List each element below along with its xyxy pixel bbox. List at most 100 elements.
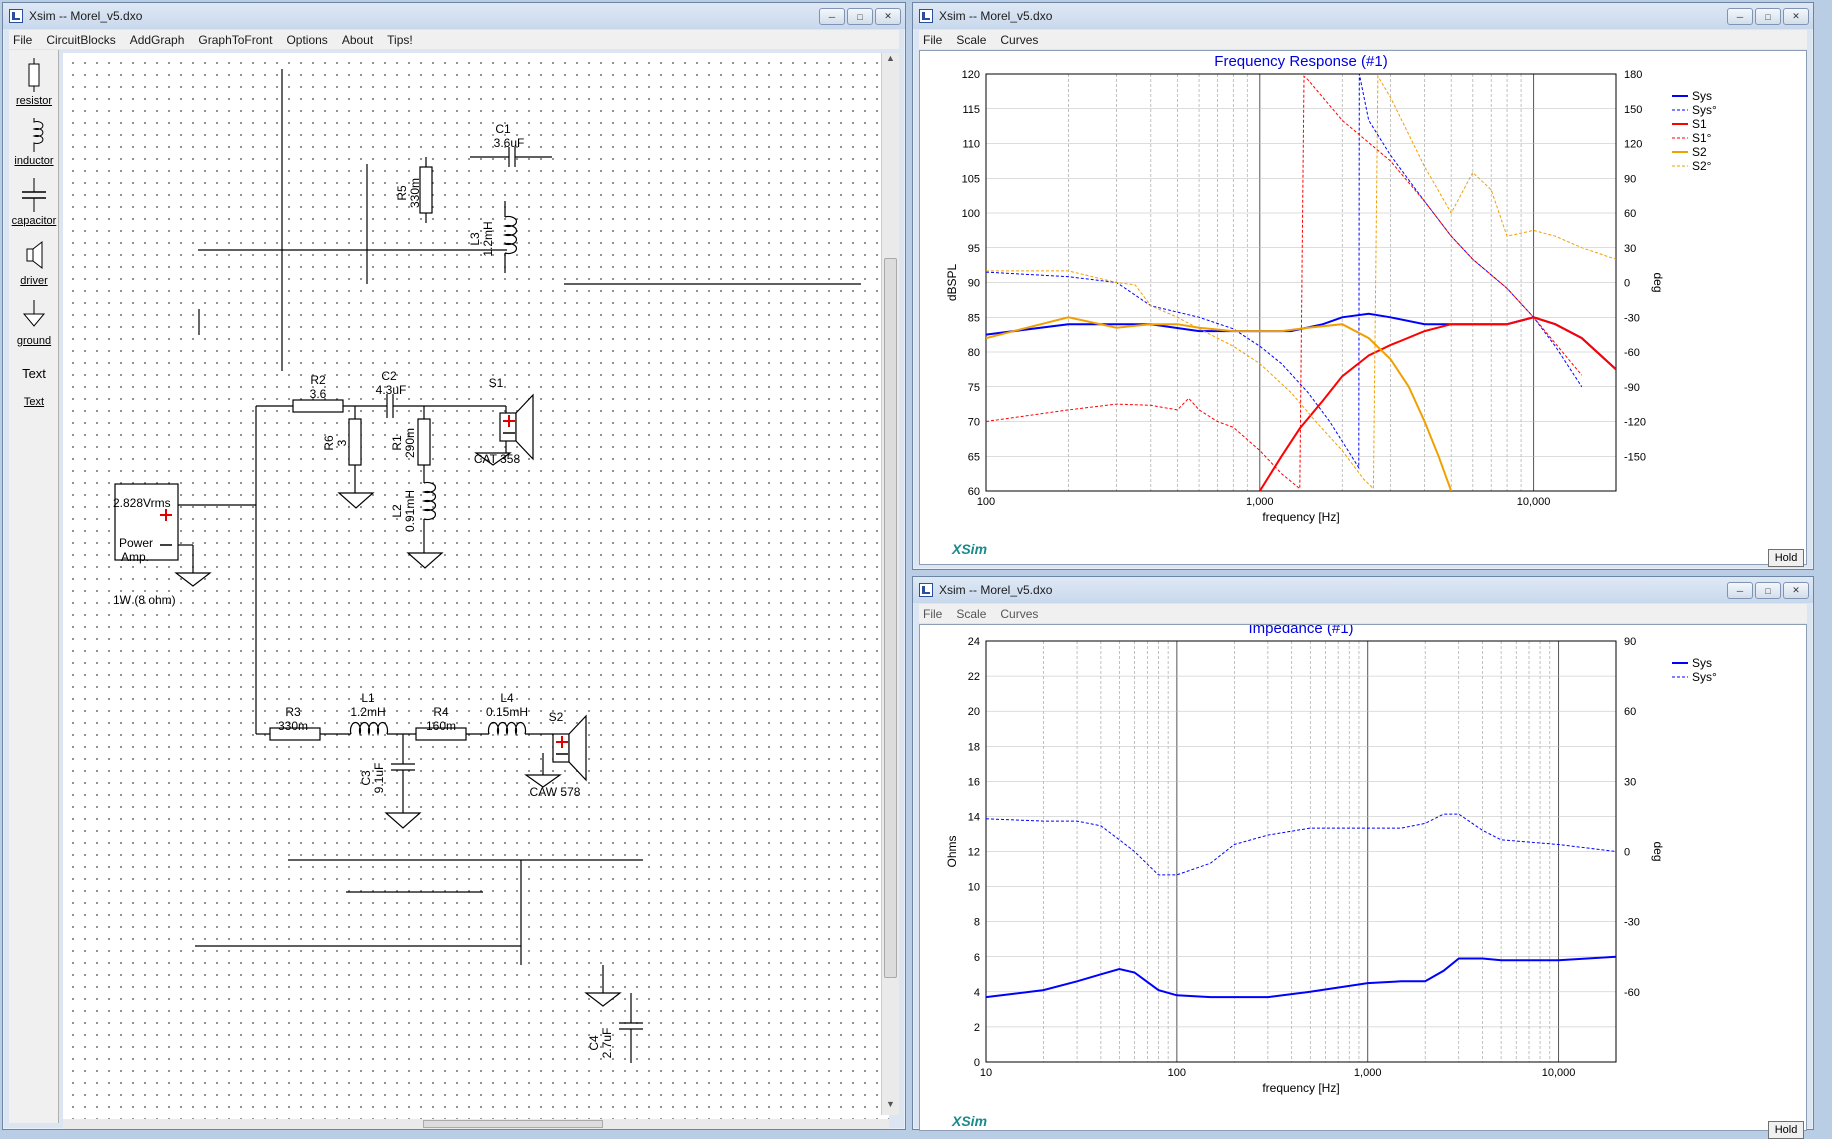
y-tick-label: 24 <box>968 636 980 648</box>
scroll-up-icon[interactable]: ▲ <box>882 53 899 69</box>
imp-hold-button[interactable]: Hold <box>1768 1121 1804 1139</box>
tool-text[interactable]: Text <box>9 366 59 381</box>
r2-value: 3.6 <box>310 387 327 401</box>
menu-curves[interactable]: Curves <box>1000 607 1038 621</box>
r2-name: R2 <box>310 373 326 387</box>
amp-voltage: 2.828Vrms <box>113 496 171 510</box>
menu-file[interactable]: File <box>923 607 942 621</box>
menu-scale[interactable]: Scale <box>956 607 986 621</box>
legend-label: S1° <box>1692 131 1712 145</box>
x-tick-label: 10 <box>980 1067 992 1079</box>
r5-name: R5 <box>395 185 409 201</box>
l2-value: 0.91mH <box>403 490 417 532</box>
y2-tick-label: -120 <box>1624 417 1646 429</box>
y2-tick-label: 60 <box>1624 208 1636 220</box>
minimize-button[interactable]: ─ <box>1727 8 1753 25</box>
y-axis-label: dBSPL <box>945 263 959 301</box>
y-tick-label: 95 <box>968 243 980 255</box>
ground-icon <box>22 300 46 327</box>
minimize-button[interactable]: ─ <box>819 8 845 25</box>
x-tick-label: 10,000 <box>1542 1067 1576 1079</box>
fr-title-bar[interactable]: Xsim -- Morel_v5.dxo ─ □ ✕ <box>913 3 1813 29</box>
legend-label: S2° <box>1692 159 1712 173</box>
minimize-button[interactable]: ─ <box>1727 582 1753 599</box>
legend-label: Sys <box>1692 656 1712 670</box>
tool-ground[interactable]: ground <box>9 298 59 347</box>
maximize-button[interactable]: □ <box>1755 582 1781 599</box>
menu-file[interactable]: File <box>923 33 942 47</box>
x-tick-label: 100 <box>977 496 995 508</box>
menu-circuitblocks[interactable]: CircuitBlocks <box>46 33 115 47</box>
fr-hold-button[interactable]: Hold <box>1768 549 1804 567</box>
y2-tick-label: 90 <box>1624 636 1636 648</box>
hscroll-thumb[interactable] <box>423 1120 603 1128</box>
x-axis-label: frequency [Hz] <box>1262 510 1339 524</box>
x-tick-label: 100 <box>1168 1067 1186 1079</box>
tool-capacitor[interactable]: capacitor <box>9 178 59 227</box>
maximize-button[interactable]: □ <box>847 8 873 25</box>
l4-name: L4 <box>500 691 514 705</box>
y2-tick-label: 30 <box>1624 776 1636 788</box>
c3-name: C3 <box>359 770 373 786</box>
tool-text-2[interactable]: Text <box>9 396 59 408</box>
s2-name: S2 <box>549 710 564 724</box>
circuit-title-bar[interactable]: Xsim -- Morel_v5.dxo ─ □ ✕ <box>3 3 905 29</box>
x-tick-label: 10,000 <box>1517 496 1551 508</box>
driver-icon <box>26 240 43 270</box>
r1-value: 290m <box>403 428 417 458</box>
frequency-response-chart: 60 65 70 75 80 85 90 95 100 105 110 115 120 -150 -120 -… <box>945 53 1717 524</box>
menu-tips[interactable]: Tips! <box>387 33 413 47</box>
legend-label: Sys° <box>1692 103 1717 117</box>
y2-tick-label: 90 <box>1624 173 1636 185</box>
y-tick-label: 16 <box>968 776 980 788</box>
frequency-response-window: Xsim -- Morel_v5.dxo ─ □ ✕ File Scale Cu… <box>912 2 1814 570</box>
imp-plot-area: 0 2 4 6 8 10 12 14 16 18 20 22 24 -60 -30 0 30 60 90 10 100 1… <box>919 620 1807 1139</box>
y2-tick-label: 0 <box>1624 847 1630 859</box>
y2-tick-label: -90 <box>1624 382 1640 394</box>
y-tick-label: 6 <box>974 952 980 964</box>
menu-about[interactable]: About <box>342 33 373 47</box>
series-line-4 <box>986 316 1453 491</box>
menu-graphtofront[interactable]: GraphToFront <box>198 33 272 47</box>
y2-tick-label: 0 <box>1624 278 1630 290</box>
c1-value: 3.6uF <box>494 136 525 150</box>
circuit-menubar: File CircuitBlocks AddGraph GraphToFront… <box>9 30 899 49</box>
amp-label-2: Amp. <box>121 550 149 564</box>
x-tick-label: 1,000 <box>1246 496 1274 508</box>
scroll-down-icon[interactable]: ▼ <box>882 1099 899 1115</box>
circuit-horizontal-scrollbar[interactable] <box>63 1119 889 1129</box>
maximize-button[interactable]: □ <box>1755 8 1781 25</box>
close-button[interactable]: ✕ <box>1783 8 1809 25</box>
y-tick-label: 4 <box>974 987 980 999</box>
imp-window-title: Xsim -- Morel_v5.dxo <box>939 583 1053 597</box>
menu-scale[interactable]: Scale <box>956 33 986 47</box>
menu-curves[interactable]: Curves <box>1000 33 1038 47</box>
tool-inductor[interactable]: inductor <box>9 118 59 167</box>
xsim-logo: XSim <box>952 541 988 557</box>
menu-file[interactable]: File <box>13 33 32 47</box>
scroll-thumb[interactable] <box>884 258 897 978</box>
circuit-vertical-scrollbar[interactable]: ▲ ▼ <box>881 53 899 1115</box>
legend-label: Sys <box>1692 89 1712 103</box>
r3-name: R3 <box>285 705 301 719</box>
y-tick-label: 22 <box>968 671 980 683</box>
close-button[interactable]: ✕ <box>875 8 901 25</box>
chart-title: Frequency Response (#1) <box>1214 53 1387 70</box>
menu-options[interactable]: Options <box>286 33 327 47</box>
menu-addgraph[interactable]: AddGraph <box>130 33 185 47</box>
l3-name: L3 <box>468 232 482 246</box>
tool-resistor[interactable]: resistor <box>9 58 59 107</box>
y-tick-label: 65 <box>968 451 980 463</box>
y-tick-label: 20 <box>968 706 980 718</box>
series-line-2 <box>1258 316 1616 491</box>
close-button[interactable]: ✕ <box>1783 582 1809 599</box>
circuit-window: Xsim -- Morel_v5.dxo ─ □ ✕ File CircuitB… <box>2 2 906 1130</box>
legend-label: S1 <box>1692 117 1707 131</box>
y2-tick-label: -30 <box>1624 917 1640 929</box>
x-tick-label: 1,000 <box>1354 1067 1382 1079</box>
xsim-app-icon <box>9 9 23 23</box>
tool-driver[interactable]: driver <box>9 238 59 287</box>
y-tick-label: 85 <box>968 312 980 324</box>
circuit-canvas[interactable]: C1 3.6uF R5 330m L3 1.2mH R2 3.6 C2 4.3u… <box>63 53 889 1127</box>
imp-title-bar[interactable]: Xsim -- Morel_v5.dxo ─ □ ✕ <box>913 577 1813 603</box>
